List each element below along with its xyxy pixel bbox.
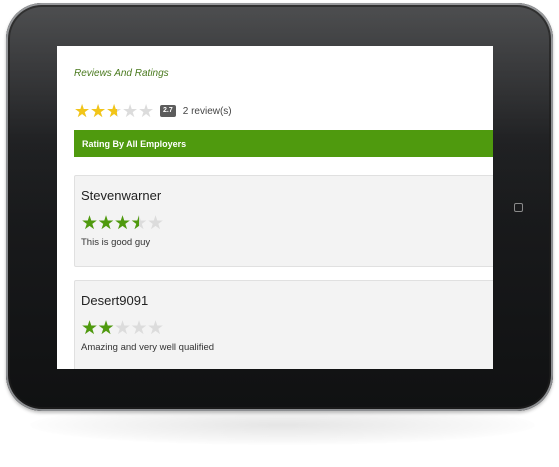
star-fill: ★ [97,214,115,233]
rating-filter-label: Rating By All Employers [82,138,187,149]
star-icon: ★★ [130,213,148,234]
review-card: Stevenwarner ★★★★★★★★★★ This is good guy [74,175,493,267]
star-fill: ★ [90,102,106,120]
star-icon: ★★ [81,213,99,234]
review-stars: ★★★★★★★★★★ [81,214,164,233]
tablet-screen: Reviews And Ratings ★★★★★★★★★★ 2.7 2 rev… [57,46,493,369]
review-count: 2 review(s) [182,105,232,117]
star-fill: ★ [131,214,139,233]
star-icon: ★★ [106,101,123,121]
star-icon: ★★ [81,318,99,339]
star-fill: ★ [74,102,90,120]
star-fill: ★ [114,214,131,233]
star-icon: ★★ [90,101,107,121]
reviewer-name: Stevenwarner [81,188,162,203]
star-fill: ★ [106,102,118,120]
reviewer-name: Desert9091 [81,293,149,308]
star-icon: ★★ [130,318,148,339]
star-icon: ★★ [97,318,115,339]
star-icon: ★★ [122,101,139,121]
rating-summary: ★★★★★★★★★★ 2.7 2 review(s) [74,102,232,120]
review-comment: This is good guy [81,237,151,248]
home-button-icon [514,203,523,212]
score-badge: 2.7 [160,105,176,117]
star-fill: ★ [81,214,98,233]
star-fill: ★ [81,319,98,338]
star-icon: ★★ [114,213,132,234]
star-icon: ★★ [114,318,132,339]
star-icon: ★★ [74,101,91,121]
review-stars: ★★★★★★★★★★ [81,319,164,338]
star-icon: ★★ [147,318,165,339]
star-icon: ★★ [147,213,165,234]
rating-filter-bar[interactable]: Rating By All Employers [74,130,493,157]
review-card: Desert9091 ★★★★★★★★★★ Amazing and very w… [74,280,493,369]
device-shadow [30,405,535,445]
review-comment: Amazing and very well qualified [81,342,215,353]
star-icon: ★★ [97,213,115,234]
star-icon: ★★ [138,101,155,121]
section-title: Reviews And Ratings [74,68,169,79]
stage: Reviews And Ratings ★★★★★★★★★★ 2.7 2 rev… [0,0,559,467]
summary-stars: ★★★★★★★★★★ [74,102,154,120]
star-fill: ★ [97,319,115,338]
